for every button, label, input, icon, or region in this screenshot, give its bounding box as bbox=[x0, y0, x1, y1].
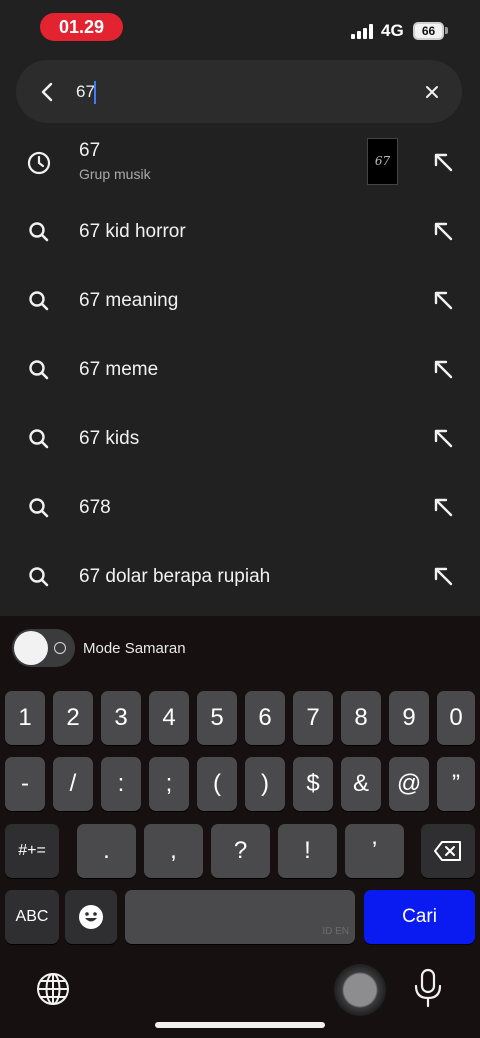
key-quote[interactable]: ” bbox=[437, 757, 475, 811]
emoji-key[interactable] bbox=[65, 890, 117, 944]
suggestion-text: 67 meaning bbox=[79, 290, 179, 311]
status-time: 01.29 bbox=[40, 13, 123, 41]
suggestion-row[interactable]: 67 dolar berapa rupiah bbox=[0, 542, 480, 611]
fill-query-arrow-icon[interactable] bbox=[430, 563, 456, 589]
key-at[interactable]: @ bbox=[389, 757, 429, 811]
text-caret bbox=[94, 81, 96, 104]
key-abc[interactable]: ABC bbox=[5, 890, 59, 944]
keyboard: Mode Samaran 1 2 3 4 5 6 7 8 9 0 - / : ;… bbox=[0, 616, 480, 1038]
suggestion-row[interactable]: 67 kids bbox=[0, 404, 480, 473]
suggestion-text: 67 dolar berapa rupiah bbox=[79, 566, 271, 587]
space-key[interactable]: ID EN bbox=[125, 890, 355, 944]
suggestion-text: 67 meme bbox=[79, 359, 159, 380]
microphone-icon[interactable] bbox=[412, 968, 444, 1008]
key-dollar[interactable]: $ bbox=[293, 757, 333, 811]
fill-query-arrow-icon[interactable] bbox=[430, 425, 456, 451]
suggestion-text: 67 kids bbox=[79, 428, 140, 449]
globe-icon[interactable] bbox=[35, 971, 71, 1007]
key-period[interactable]: . bbox=[77, 824, 136, 878]
fill-query-arrow-icon[interactable] bbox=[430, 287, 456, 313]
dictation-indicator bbox=[334, 964, 386, 1016]
clear-icon[interactable] bbox=[418, 78, 446, 106]
history-icon bbox=[27, 151, 51, 175]
key-2[interactable]: 2 bbox=[53, 691, 93, 745]
battery-icon: 66 bbox=[413, 22, 444, 40]
suggestion-row[interactable]: 67 kid horror bbox=[0, 197, 480, 266]
search-icon bbox=[29, 360, 49, 380]
incognito-label: Mode Samaran bbox=[83, 640, 186, 657]
key-0[interactable]: 0 bbox=[437, 691, 475, 745]
incognito-row: Mode Samaran bbox=[0, 616, 480, 684]
language-indicator: ID EN bbox=[322, 926, 349, 937]
toggle-knob bbox=[14, 631, 48, 665]
suggestion-row[interactable]: 67 meme bbox=[0, 335, 480, 404]
search-icon bbox=[29, 567, 49, 587]
fill-query-arrow-icon[interactable] bbox=[430, 494, 456, 520]
key-hyphen[interactable]: - bbox=[5, 757, 45, 811]
search-icon bbox=[29, 222, 49, 242]
search-icon bbox=[29, 429, 49, 449]
key-7[interactable]: 7 bbox=[293, 691, 333, 745]
key-1[interactable]: 1 bbox=[5, 691, 45, 745]
status-bar: 01.29 4G 66 bbox=[0, 0, 480, 56]
back-arrow-icon[interactable] bbox=[34, 78, 62, 106]
key-close-paren[interactable]: ) bbox=[245, 757, 285, 811]
key-5[interactable]: 5 bbox=[197, 691, 237, 745]
suggestion-row[interactable]: 67 meaning bbox=[0, 266, 480, 335]
key-9[interactable]: 9 bbox=[389, 691, 429, 745]
search-key[interactable]: Cari bbox=[364, 890, 475, 944]
key-symbols-shift[interactable]: #+= bbox=[5, 824, 59, 878]
fill-query-arrow-icon[interactable] bbox=[430, 149, 456, 175]
fill-query-arrow-icon[interactable] bbox=[430, 218, 456, 244]
search-input[interactable] bbox=[76, 78, 396, 106]
search-icon bbox=[29, 291, 49, 311]
search-bar bbox=[16, 60, 462, 123]
fill-query-arrow-icon[interactable] bbox=[430, 356, 456, 382]
key-slash[interactable]: / bbox=[53, 757, 93, 811]
key-3[interactable]: 3 bbox=[101, 691, 141, 745]
emoji-icon bbox=[79, 905, 103, 929]
suggestion-text: 678 bbox=[79, 497, 111, 518]
key-comma[interactable]: , bbox=[144, 824, 203, 878]
key-ampersand[interactable]: & bbox=[341, 757, 381, 811]
key-exclamation[interactable]: ! bbox=[278, 824, 337, 878]
suggestion-row[interactable]: 678 bbox=[0, 473, 480, 542]
key-colon[interactable]: : bbox=[101, 757, 141, 811]
key-apostrophe[interactable]: ’ bbox=[345, 824, 404, 878]
search-icon bbox=[29, 498, 49, 518]
network-type: 4G bbox=[381, 21, 404, 40]
key-question[interactable]: ? bbox=[211, 824, 270, 878]
toggle-off-indicator-icon bbox=[54, 642, 66, 654]
suggestion-text: 67 kid horror bbox=[79, 221, 186, 242]
suggestion-subtitle: Grup musik bbox=[79, 166, 151, 182]
backspace-key[interactable] bbox=[421, 824, 475, 878]
key-4[interactable]: 4 bbox=[149, 691, 189, 745]
signal-strength-icon bbox=[351, 24, 375, 39]
key-8[interactable]: 8 bbox=[341, 691, 381, 745]
battery-nub bbox=[445, 27, 448, 34]
backspace-icon bbox=[434, 841, 461, 861]
key-6[interactable]: 6 bbox=[245, 691, 285, 745]
home-indicator bbox=[155, 1022, 325, 1028]
key-open-paren[interactable]: ( bbox=[197, 757, 237, 811]
channel-thumbnail: 67 bbox=[367, 138, 398, 185]
incognito-toggle[interactable] bbox=[12, 629, 75, 667]
suggestion-text: 67 bbox=[79, 140, 101, 161]
suggestion-row[interactable]: 67 Grup musik 67 bbox=[0, 128, 480, 197]
key-semicolon[interactable]: ; bbox=[149, 757, 189, 811]
